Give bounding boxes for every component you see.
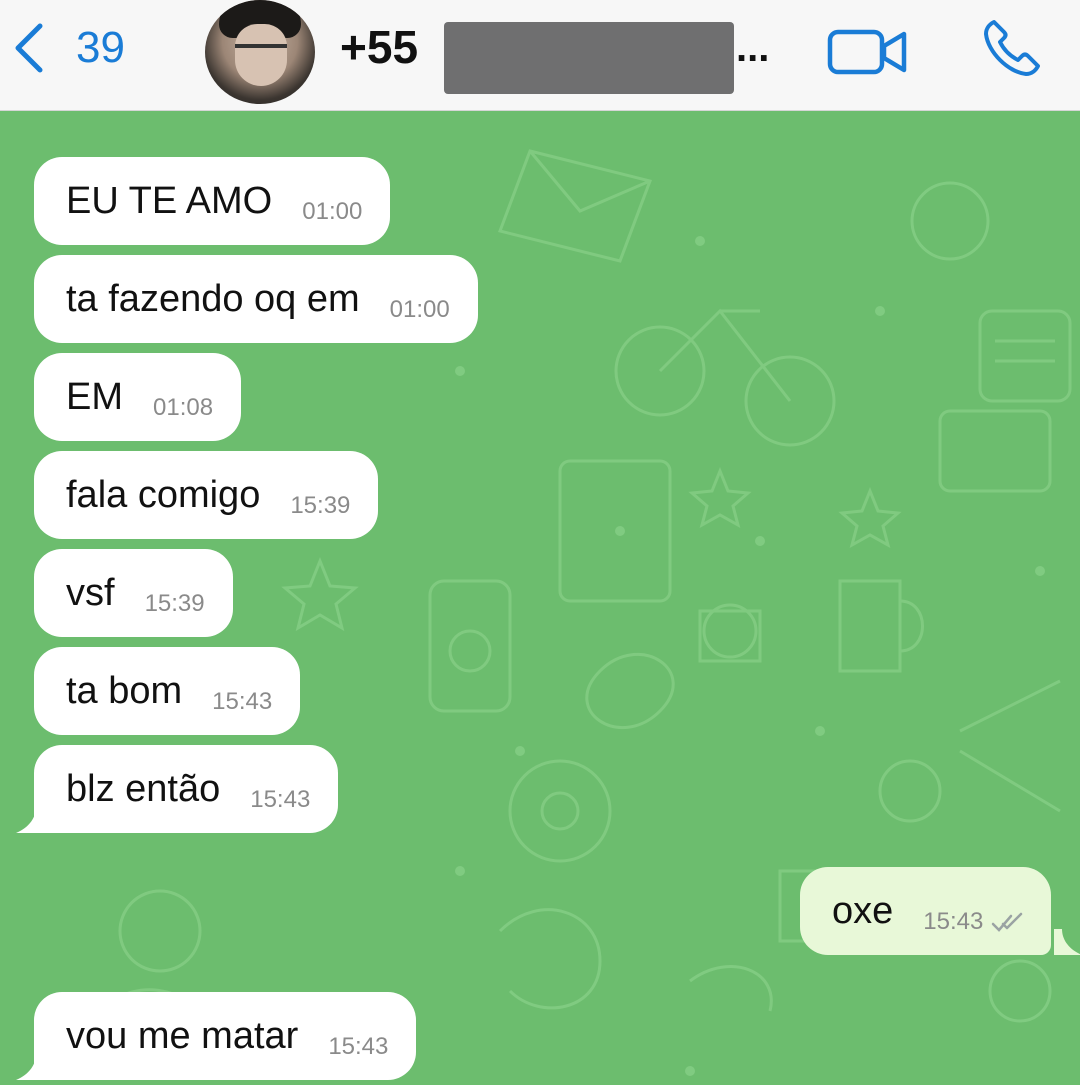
phone-icon [984, 20, 1040, 76]
message-text: blz então [66, 767, 221, 810]
message-bubble[interactable]: fala comigo 15:39 [34, 451, 379, 539]
message-text: vou me matar [66, 1014, 299, 1057]
redacted-phone-number [444, 22, 734, 94]
double-check-read-icon [992, 912, 1023, 932]
message-time: 01:00 [302, 198, 363, 225]
message-time: 01:08 [153, 394, 214, 421]
message-time: 01:00 [389, 296, 450, 323]
voice-call-button[interactable] [980, 16, 1044, 80]
contact-avatar[interactable] [205, 0, 315, 104]
message-bubble[interactable]: ta bom 15:43 [34, 647, 301, 735]
avatar-glasses [235, 44, 287, 60]
bubble-tail [1054, 929, 1080, 955]
message-bubble[interactable]: vou me matar 15:43 [34, 992, 417, 1080]
contact-name-ellipsis: ... [736, 26, 770, 70]
message-text: oxe [832, 889, 894, 932]
message-bubble[interactable]: EM 01:08 [34, 353, 242, 441]
message-bubble[interactable]: EU TE AMO 01:00 [34, 157, 391, 245]
message-time: 15:39 [290, 492, 351, 519]
message-time: 15:39 [144, 590, 205, 617]
message-bubble-outgoing[interactable]: oxe 15:43 [800, 867, 1052, 955]
contact-name[interactable]: +55 [340, 20, 418, 74]
back-button[interactable]: 39 [10, 18, 125, 78]
message-time: 15:43 [923, 908, 984, 935]
message-time: 15:43 [328, 1033, 389, 1060]
message-bubble[interactable]: blz então 15:43 [34, 745, 339, 833]
unread-count: 39 [76, 23, 125, 72]
video-camera-icon [827, 29, 907, 75]
chevron-left-icon [15, 23, 43, 73]
chat-header: 39 +55 ... [0, 0, 1080, 111]
message-text: ta fazendo oq em [66, 277, 360, 320]
message-time: 15:43 [250, 786, 311, 813]
message-text: ta bom [66, 669, 183, 712]
video-call-button[interactable] [826, 22, 910, 78]
message-text: vsf [66, 571, 115, 614]
message-text: EM [66, 375, 123, 418]
message-bubble[interactable]: vsf 15:39 [34, 549, 233, 637]
message-text: fala comigo [66, 473, 261, 516]
message-time: 15:43 [212, 688, 273, 715]
message-text: EU TE AMO [66, 179, 273, 222]
message-bubble[interactable]: ta fazendo oq em 01:00 [34, 255, 478, 343]
message-list[interactable]: EU TE AMO 01:00 ta fazendo oq em 01:00 E… [0, 111, 1080, 1085]
